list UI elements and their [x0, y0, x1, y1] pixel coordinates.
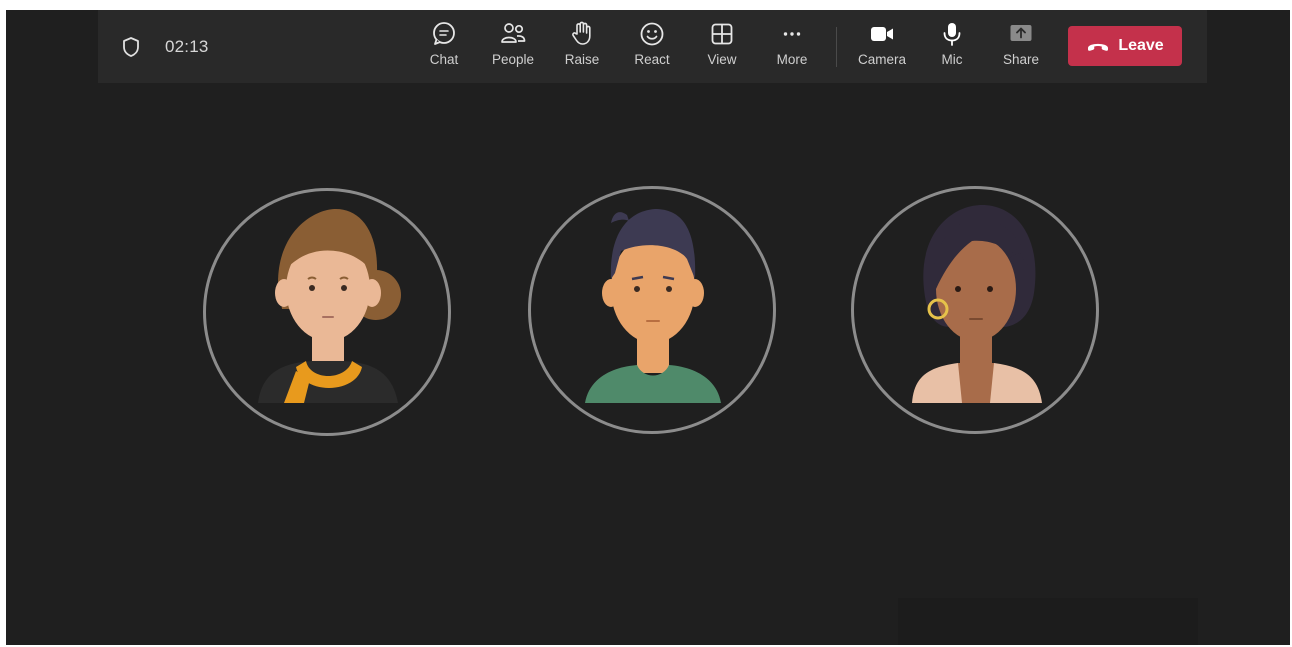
shield-icon	[120, 36, 142, 58]
man-dark-hair-avatar	[585, 209, 721, 403]
raise-label: Raise	[564, 52, 600, 67]
mic-label: Mic	[941, 52, 963, 67]
leave-label: Leave	[1118, 37, 1164, 54]
participant-avatar-woman-brown-hair[interactable]	[203, 188, 451, 436]
people-label: People	[491, 52, 535, 67]
camera-label: Camera	[857, 52, 906, 67]
toolbar-divider	[836, 27, 837, 67]
smiley-icon	[638, 20, 666, 48]
react-button[interactable]: React	[620, 20, 684, 76]
woman-brown-hair-avatar	[258, 209, 401, 403]
view-button[interactable]: View	[690, 20, 754, 76]
share-label: Share	[1002, 52, 1040, 67]
raise-hand-button[interactable]: Raise	[550, 20, 614, 76]
mic-icon	[938, 20, 966, 48]
mic-button[interactable]: Mic	[920, 20, 984, 76]
chat-button[interactable]: Chat	[412, 20, 476, 76]
chat-icon	[430, 20, 458, 48]
woman-bob-hair-avatar	[912, 205, 1042, 403]
participant-avatar-man-dark-hair[interactable]	[528, 186, 776, 434]
meeting-stage: 02:13 Chat People Raise React View More …	[6, 10, 1290, 645]
people-icon	[499, 20, 527, 48]
react-label: React	[634, 52, 670, 67]
share-screen-icon	[1007, 20, 1035, 48]
leave-button[interactable]: Leave	[1068, 26, 1182, 66]
share-button[interactable]: Share	[989, 20, 1053, 76]
meeting-info: 02:13	[120, 10, 209, 83]
more-label: More	[776, 52, 808, 67]
camera-button[interactable]: Camera	[850, 20, 914, 76]
raise-hand-icon	[568, 20, 596, 48]
ellipsis-icon	[778, 20, 806, 48]
meeting-toolbar: 02:13 Chat People Raise React View More …	[98, 10, 1207, 83]
people-button[interactable]: People	[481, 20, 545, 76]
phone-hangup-icon	[1086, 39, 1110, 53]
view-label: View	[707, 52, 737, 67]
grid-icon	[708, 20, 736, 48]
camera-icon	[868, 20, 896, 48]
meeting-timer: 02:13	[165, 36, 209, 56]
chat-label: Chat	[429, 52, 459, 67]
participant-avatar-woman-bob-hair[interactable]	[851, 186, 1099, 434]
background-panel	[898, 598, 1198, 645]
more-button[interactable]: More	[760, 20, 824, 76]
